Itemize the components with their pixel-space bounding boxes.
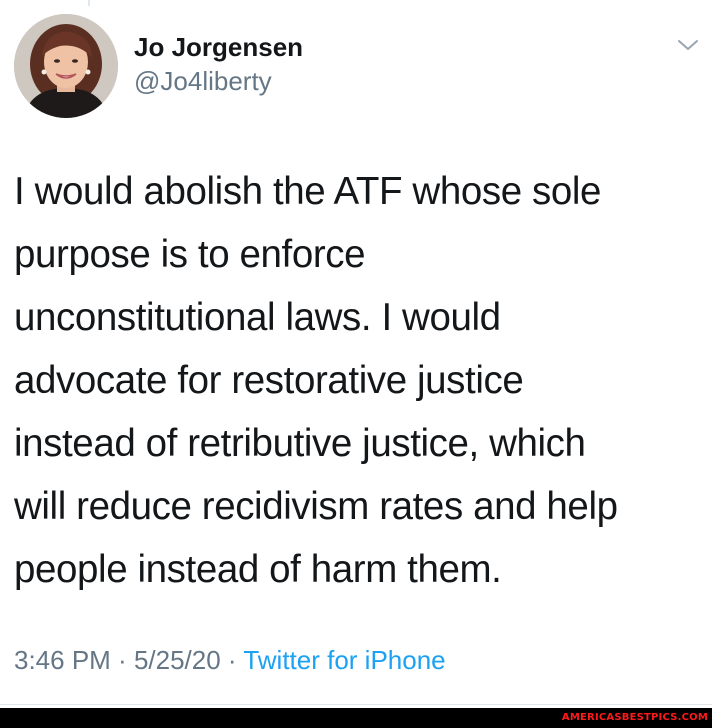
- chevron-down-icon[interactable]: [676, 36, 700, 54]
- meta-separator: ·: [110, 645, 134, 675]
- display-name[interactable]: Jo Jorgensen: [134, 32, 303, 62]
- tweet-date[interactable]: 5/25/20: [134, 645, 221, 675]
- tweet-time[interactable]: 3:46 PM: [14, 645, 111, 675]
- thread-connector: [88, 0, 90, 6]
- watermark-bar: AMERICASBESTPICS.COM: [0, 708, 712, 728]
- tweet-meta: 3:46 PM · 5/25/20 · Twitter for iPhone: [14, 644, 446, 676]
- divider: [0, 704, 712, 705]
- profile-photo-icon: [14, 14, 118, 118]
- avatar[interactable]: [14, 14, 118, 118]
- tweet-text: I would abolish the ATF whose sole purpo…: [14, 170, 618, 591]
- watermark-text: AMERICASBESTPICS.COM: [561, 712, 708, 723]
- tweet-source-link[interactable]: Twitter for iPhone: [243, 645, 445, 675]
- meta-separator: ·: [220, 645, 244, 675]
- user-handle[interactable]: @Jo4liberty: [134, 66, 303, 96]
- tweet-card: Jo Jorgensen @Jo4liberty I would abolish…: [0, 0, 712, 708]
- user-info: Jo Jorgensen @Jo4liberty: [134, 32, 303, 96]
